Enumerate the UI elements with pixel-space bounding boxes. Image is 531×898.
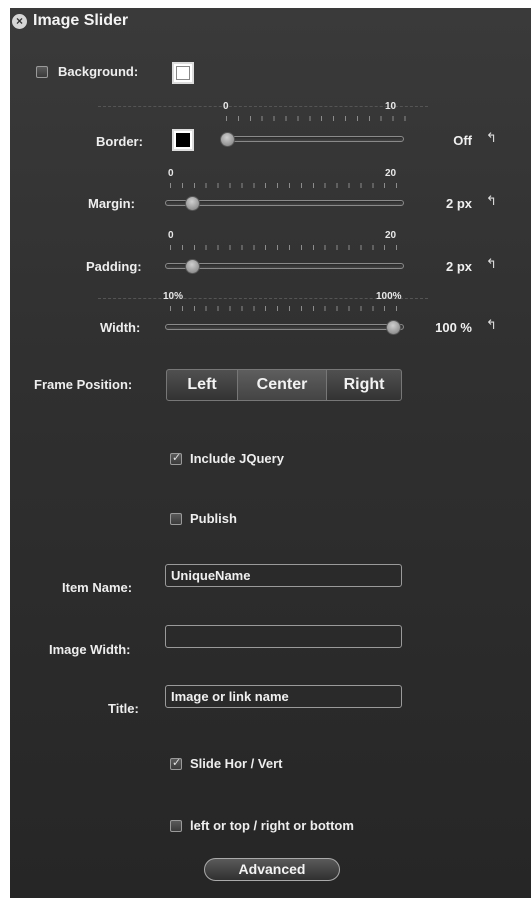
- reset-arrow-icon[interactable]: ↰: [486, 130, 497, 146]
- reset-arrow-icon[interactable]: ↰: [486, 193, 497, 209]
- frame-position-right[interactable]: Right: [327, 370, 401, 400]
- margin-slider-track[interactable]: [165, 200, 404, 206]
- width-slider-track[interactable]: [165, 324, 404, 330]
- padding-slider-knob[interactable]: [185, 259, 200, 274]
- publish-checkbox[interactable]: [170, 513, 182, 525]
- border-label: Border:: [96, 134, 143, 149]
- frame-position-segmented-control[interactable]: Left Center Right: [166, 369, 402, 401]
- frame-position-center[interactable]: Center: [238, 370, 327, 400]
- margin-slider-knob[interactable]: [185, 196, 200, 211]
- border-color-swatch[interactable]: [172, 129, 194, 151]
- image-slider-panel: × Image Slider Background: 0 10 Border: …: [10, 8, 531, 898]
- padding-max-label: 20: [385, 230, 397, 241]
- background-color-swatch[interactable]: [172, 62, 194, 84]
- background-label: Background:: [58, 64, 139, 79]
- image-width-label: Image Width:: [49, 642, 131, 657]
- margin-min-label: 0: [168, 168, 174, 179]
- panel-title: Image Slider: [33, 12, 129, 29]
- width-slider-knob[interactable]: [386, 320, 401, 335]
- include-jquery-checkbox[interactable]: [170, 451, 182, 465]
- padding-label: Padding:: [86, 259, 142, 274]
- slide-hor-vert-label: Slide Hor / Vert: [190, 756, 283, 771]
- padding-min-label: 0: [168, 230, 174, 241]
- border-value: Off: [453, 133, 472, 148]
- border-max-label: 10: [385, 101, 397, 112]
- publish-label: Publish: [190, 511, 237, 526]
- border-min-label: 0: [223, 101, 229, 112]
- include-jquery-label: Include JQuery: [190, 451, 284, 466]
- guide-line: [98, 106, 428, 108]
- width-max-label: 100%: [376, 291, 402, 302]
- margin-label: Margin:: [88, 196, 135, 211]
- margin-value: 2 px: [445, 196, 472, 211]
- reset-arrow-icon[interactable]: ↰: [486, 317, 497, 333]
- slide-hor-vert-checkbox[interactable]: [170, 756, 182, 770]
- margin-ticks: [170, 183, 406, 188]
- left-or-top-checkbox[interactable]: [170, 820, 182, 832]
- border-slider-track[interactable]: [220, 136, 404, 142]
- image-width-field[interactable]: [165, 625, 402, 648]
- padding-value: 2 px: [445, 259, 472, 274]
- padding-ticks: [170, 245, 406, 250]
- title-field-label: Title:: [108, 701, 139, 716]
- width-min-label: 10%: [163, 291, 184, 302]
- item-name-label: Item Name:: [62, 580, 133, 595]
- width-value: 100 %: [435, 320, 472, 335]
- left-or-top-label: left or top / right or bottom: [190, 818, 354, 833]
- frame-position-left[interactable]: Left: [167, 370, 238, 400]
- frame-position-label: Frame Position:: [34, 377, 133, 392]
- item-name-field[interactable]: [165, 564, 402, 587]
- background-checkbox[interactable]: [36, 66, 48, 78]
- width-ticks: [170, 306, 406, 311]
- advanced-button[interactable]: Advanced: [204, 858, 340, 881]
- close-icon[interactable]: ×: [12, 14, 27, 29]
- margin-max-label: 20: [385, 168, 397, 179]
- padding-slider-track[interactable]: [165, 263, 404, 269]
- width-label: Width:: [100, 320, 141, 335]
- title-field[interactable]: [165, 685, 402, 708]
- reset-arrow-icon[interactable]: ↰: [486, 256, 497, 272]
- border-slider-knob[interactable]: [220, 132, 235, 147]
- border-ticks: [226, 116, 406, 121]
